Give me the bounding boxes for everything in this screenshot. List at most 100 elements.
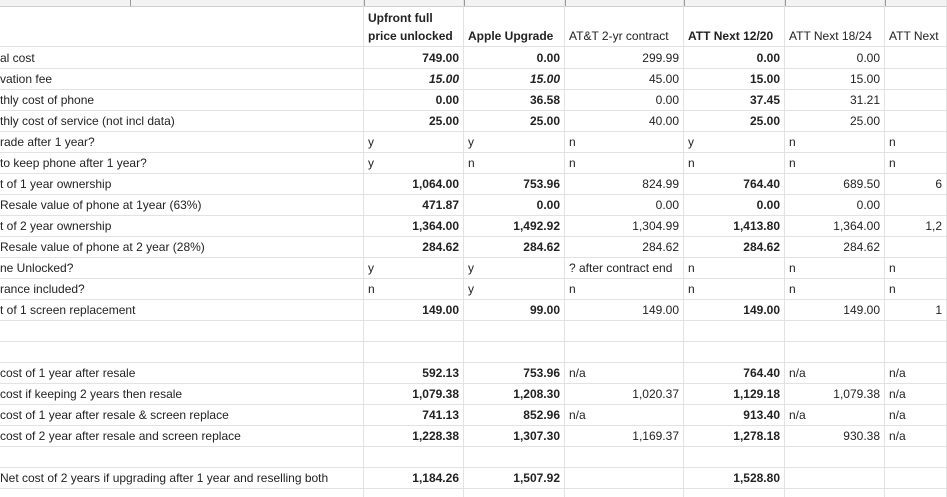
cell-c1[interactable]: 1,228.38 [368, 428, 459, 444]
cell-c6[interactable]: n [889, 260, 942, 276]
cell-c2[interactable]: 1,208.30 [468, 386, 560, 402]
cell-c3[interactable]: n [569, 134, 679, 150]
cell-c1[interactable]: 1,184.26 [368, 470, 459, 486]
cell-c3[interactable]: 299.99 [569, 50, 679, 66]
cell-c3[interactable]: n/a [569, 365, 679, 381]
cell-c2[interactable]: 1,507.92 [468, 470, 560, 486]
column-header-bar[interactable] [0, 0, 947, 7]
column-header-c1[interactable]: Upfront full [368, 10, 492, 26]
cell-c1[interactable]: 149.00 [368, 302, 459, 318]
cell-c2[interactable]: 0.00 [468, 197, 560, 213]
cell-c1[interactable]: 1,064.00 [368, 176, 459, 192]
cell-c3[interactable]: n/a [569, 407, 679, 423]
cell-c1[interactable]: 592.13 [368, 365, 459, 381]
cell-c4[interactable]: 764.40 [688, 365, 780, 381]
row-label[interactable]: t of 1 year ownership [0, 176, 360, 192]
cell-c2[interactable]: y [468, 260, 560, 276]
cell-c4[interactable]: 1,129.18 [688, 386, 780, 402]
cell-c4[interactable]: 0.00 [688, 197, 780, 213]
cell-c2[interactable]: 284.62 [468, 239, 560, 255]
cell-c5[interactable]: n [789, 155, 880, 171]
cell-c4[interactable]: n [688, 281, 780, 297]
cell-c4[interactable]: 764.40 [688, 176, 780, 192]
cell-c2[interactable]: 0.00 [468, 50, 560, 66]
cell-c2[interactable]: 1,492.92 [468, 218, 560, 234]
cell-c2[interactable]: 753.96 [468, 365, 560, 381]
cell-c3[interactable]: 0.00 [569, 92, 679, 108]
row-label[interactable]: ne Unlocked? [0, 260, 360, 276]
cell-c3[interactable]: 1,169.37 [569, 428, 679, 444]
cell-c2[interactable]: y [468, 134, 560, 150]
cell-c5[interactable]: 0.00 [789, 50, 880, 66]
cell-c1[interactable]: 25.00 [368, 113, 459, 129]
row-label[interactable]: t of 2 year ownership [0, 218, 360, 234]
row-label[interactable]: vation fee [0, 71, 360, 87]
cell-c2[interactable]: 36.58 [468, 92, 560, 108]
cell-c4[interactable]: 15.00 [688, 71, 780, 87]
cell-c3[interactable]: 40.00 [569, 113, 679, 129]
cell-c5[interactable]: 284.62 [789, 239, 880, 255]
cell-c4[interactable]: 1,528.80 [688, 470, 780, 486]
row-label[interactable]: cost of 2 year after resale and screen r… [0, 428, 360, 444]
row-label[interactable]: cost of 1 year after resale [0, 365, 360, 381]
cell-c5[interactable]: 31.21 [789, 92, 880, 108]
cell-c4[interactable]: 37.45 [688, 92, 780, 108]
cell-c4[interactable]: 913.40 [688, 407, 780, 423]
cell-c5[interactable]: 930.38 [789, 428, 880, 444]
row-label[interactable]: t of 1 screen replacement [0, 302, 360, 318]
cell-c6[interactable]: 1,2 [889, 218, 942, 234]
cell-c2[interactable]: 1,307.30 [468, 428, 560, 444]
cell-c1[interactable]: 749.00 [368, 50, 459, 66]
cell-c6[interactable]: n [889, 281, 942, 297]
cell-c2[interactable]: y [468, 281, 560, 297]
cell-c5[interactable]: n/a [789, 407, 880, 423]
row-label[interactable]: cost if keeping 2 years then resale [0, 386, 360, 402]
row-label[interactable]: Resale value of phone at 1year (63%) [0, 197, 360, 213]
column-resize-handle[interactable] [684, 0, 685, 6]
cell-c3[interactable]: 45.00 [569, 71, 679, 87]
cell-c1[interactable]: 0.00 [368, 92, 459, 108]
cell-c5[interactable]: 689.50 [789, 176, 880, 192]
cell-c5[interactable]: n/a [789, 365, 880, 381]
cell-c5[interactable]: 1,079.38 [789, 386, 880, 402]
cell-c1[interactable]: n [368, 281, 459, 297]
cell-c2[interactable]: n [468, 155, 560, 171]
cell-c4[interactable]: 0.00 [688, 50, 780, 66]
cell-c4[interactable]: 149.00 [688, 302, 780, 318]
cell-c5[interactable]: n [789, 134, 880, 150]
cell-c5[interactable]: 15.00 [789, 71, 880, 87]
cell-c1[interactable]: y [368, 260, 459, 276]
cell-c5[interactable]: 1,364.00 [789, 218, 880, 234]
cell-c5[interactable]: 25.00 [789, 113, 880, 129]
cell-c5[interactable]: 0.00 [789, 197, 880, 213]
cell-c3[interactable]: 149.00 [569, 302, 679, 318]
cell-c6[interactable]: n/a [889, 365, 942, 381]
spreadsheet-grid[interactable]: Upfront full price unlocked Apple Upgrade A… [0, 0, 947, 497]
cell-c3[interactable]: 1,304.99 [569, 218, 679, 234]
cell-c2[interactable]: 15.00 [468, 71, 560, 87]
row-label[interactable]: to keep phone after 1 year? [0, 155, 360, 171]
cell-c2[interactable]: 753.96 [468, 176, 560, 192]
cell-c5[interactable]: n [789, 281, 880, 297]
cell-c4[interactable]: 284.62 [688, 239, 780, 255]
row-label[interactable]: rade after 1 year? [0, 134, 360, 150]
cell-c4[interactable]: y [688, 134, 780, 150]
cell-c6[interactable]: n/a [889, 428, 942, 444]
column-resize-handle[interactable] [885, 0, 886, 6]
column-resize-handle[interactable] [464, 0, 465, 6]
cell-c4[interactable]: 1,278.18 [688, 428, 780, 444]
row-label[interactable]: cost of 1 year after resale & screen rep… [0, 407, 360, 423]
row-label[interactable]: Resale value of phone at 2 year (28%) [0, 239, 360, 255]
cell-c1[interactable]: 741.13 [368, 407, 459, 423]
cell-c2[interactable]: 852.96 [468, 407, 560, 423]
cell-c6[interactable]: n [889, 155, 942, 171]
cell-c2[interactable]: 99.00 [468, 302, 560, 318]
column-resize-handle[interactable] [130, 0, 131, 6]
cell-c1[interactable]: 15.00 [368, 71, 459, 87]
cell-c3[interactable]: n [569, 281, 679, 297]
cell-c3[interactable]: 1,020.37 [569, 386, 679, 402]
cell-c6[interactable]: n/a [889, 386, 942, 402]
cell-c3[interactable]: n [569, 155, 679, 171]
cell-c6[interactable]: 6 [889, 176, 942, 192]
row-label[interactable]: thly cost of phone [0, 92, 360, 108]
